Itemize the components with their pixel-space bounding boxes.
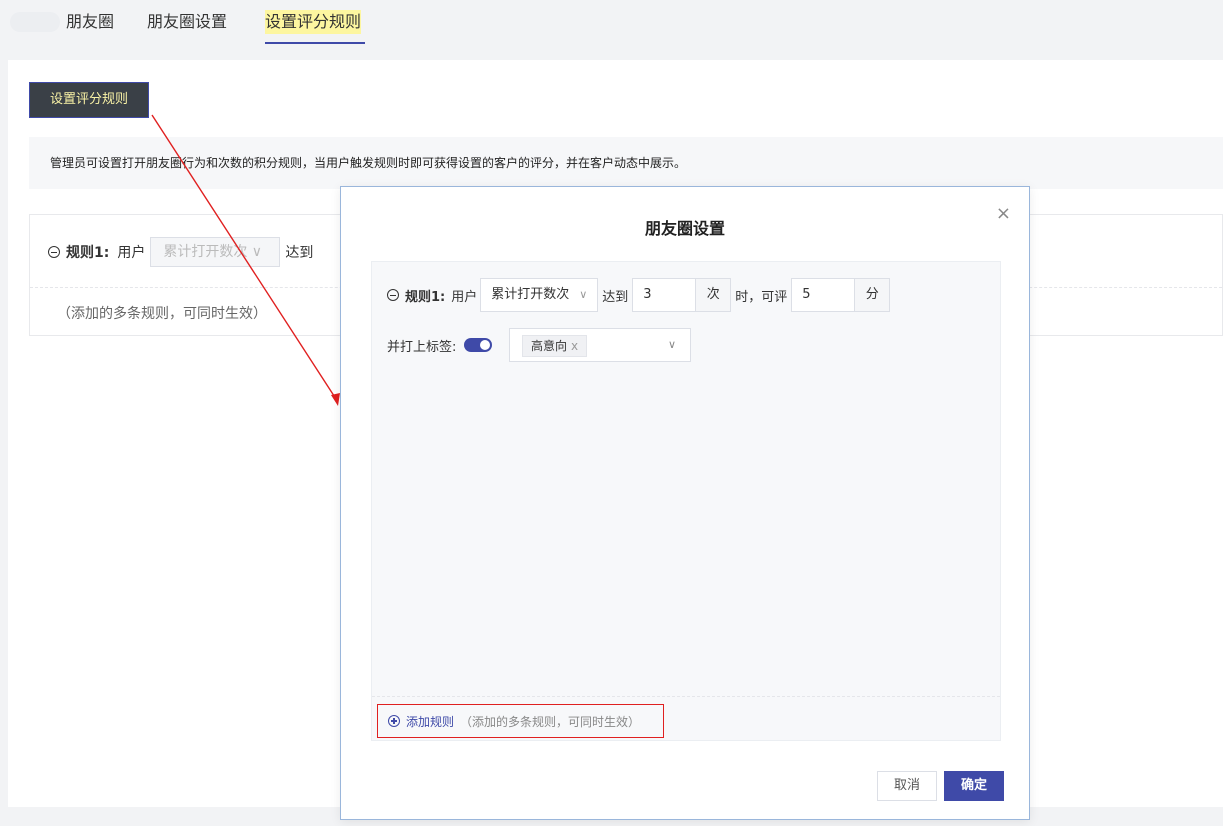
add-rule-area: 添加规则 （添加的多条规则，可同时生效） — [377, 704, 664, 738]
then-label: 时，可评 — [735, 289, 788, 305]
blurred-avatar — [10, 12, 60, 32]
tab-score-rules[interactable]: 设置评分规则 — [265, 10, 362, 34]
background-rule-row: 规则1: 用户 累计打开数次 ∨ 达到 — [48, 237, 313, 267]
remove-rule-icon[interactable] — [48, 246, 60, 258]
count-input[interactable]: 3 — [633, 279, 697, 311]
cancel-button[interactable]: 取消 — [877, 771, 937, 801]
chevron-down-icon: ∨ — [667, 338, 676, 351]
set-score-rule-button[interactable]: 设置评分规则 — [29, 82, 149, 118]
add-circle-icon[interactable] — [388, 715, 400, 727]
add-rule-hint: （添加的多条规则，可同时生效） — [460, 714, 641, 729]
rule-row: 规则1: 用户 累计打开数次 ∨ 达到 3 次 时，可评 5 分 — [387, 278, 894, 312]
multi-rule-hint: （添加的多条规则，可同时生效） — [57, 306, 267, 322]
dialog-title: 朋友圈设置 — [644, 219, 725, 238]
action-select[interactable]: 累计打开数次 ∨ — [150, 237, 281, 267]
count-input-group: 3 次 — [632, 278, 732, 312]
tag-row: 并打上标签: — [387, 328, 493, 362]
reach-label: 达到 — [285, 245, 314, 261]
score-input[interactable]: 5 — [792, 279, 856, 311]
moments-settings-dialog: 朋友圈设置 × 规则1: 用户 累计打开数次 ∨ 达到 3 次 时，可评 5 分… — [340, 186, 1030, 820]
count-unit: 次 — [696, 279, 731, 311]
score-unit: 分 — [855, 279, 890, 311]
divider — [372, 696, 1000, 697]
notice-banner: 管理员可设置打开朋友圈行为和次数的积分规则，当用户触发规则时即可获得设置的客户的… — [29, 137, 1223, 189]
user-label: 用户 — [117, 245, 146, 261]
remove-rule-icon[interactable] — [387, 289, 399, 301]
chevron-down-icon: ∨ — [579, 288, 588, 301]
score-input-group: 5 分 — [791, 278, 891, 312]
active-tab-underline — [265, 42, 365, 44]
close-icon[interactable]: × — [996, 205, 1011, 223]
rule-label: 规则1: — [66, 245, 110, 261]
reach-label: 达到 — [602, 289, 629, 305]
tag-label: 并打上标签: — [387, 339, 457, 355]
tab-moments[interactable]: 朋友圈 — [66, 10, 114, 34]
tag-toggle[interactable] — [464, 338, 493, 352]
tag-select[interactable]: 高意向 x ∨ — [509, 328, 691, 362]
rule-label: 规则1: — [405, 289, 446, 305]
tag-chip: 高意向 x — [522, 335, 588, 357]
confirm-button[interactable]: 确定 — [944, 771, 1004, 801]
remove-tag-icon[interactable]: x — [571, 339, 578, 353]
chevron-down-icon: ∨ — [251, 244, 263, 260]
user-label: 用户 — [451, 289, 478, 305]
tab-moments-settings[interactable]: 朋友圈设置 — [147, 10, 227, 34]
rule-editor: 规则1: 用户 累计打开数次 ∨ 达到 3 次 时，可评 5 分 并打上标签: … — [371, 261, 1001, 741]
top-nav: 朋友圈 朋友圈设置 设置评分规则 — [0, 0, 1223, 60]
add-rule-link[interactable]: 添加规则 — [406, 713, 454, 730]
action-select[interactable]: 累计打开数次 ∨ — [480, 278, 599, 312]
